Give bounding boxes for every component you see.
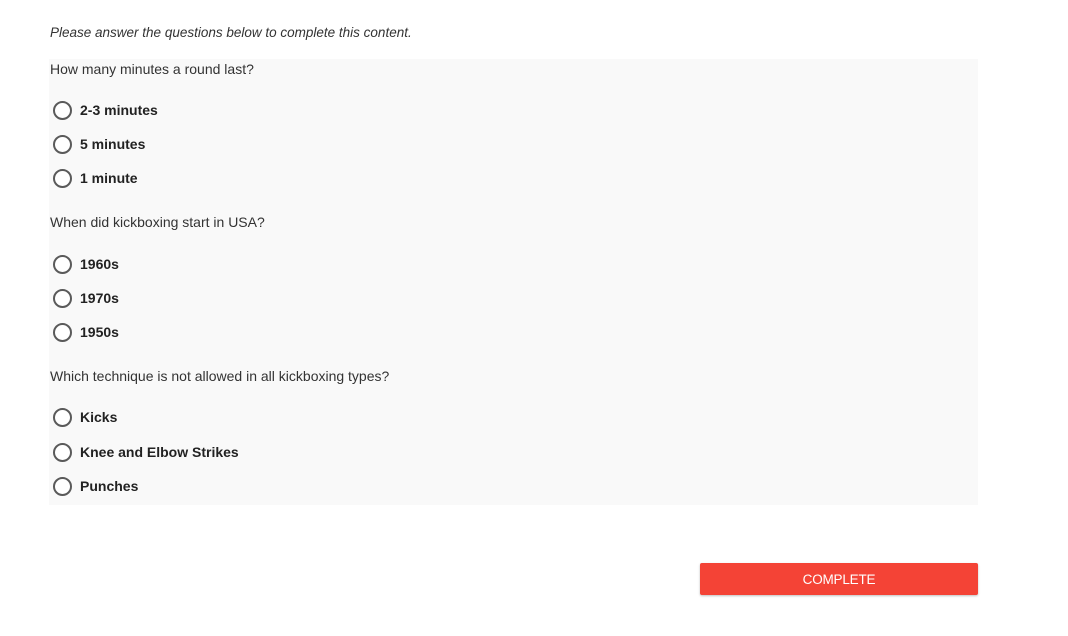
option-label: 2-3 minutes bbox=[80, 102, 158, 118]
radio-button[interactable] bbox=[53, 168, 72, 188]
complete-button[interactable]: COMPLETE bbox=[700, 563, 978, 595]
radio-button[interactable] bbox=[53, 407, 72, 427]
radio-button[interactable] bbox=[53, 322, 72, 342]
quiz-panel: How many minutes a round last? 2-3 minut… bbox=[49, 59, 978, 505]
question-3-text: Which technique is not allowed in all ki… bbox=[50, 368, 390, 384]
radio-button[interactable] bbox=[53, 254, 72, 274]
question-1-text: How many minutes a round last? bbox=[50, 61, 254, 77]
question-3-option-2[interactable]: Knee and Elbow Strikes bbox=[53, 442, 239, 462]
radio-button[interactable] bbox=[53, 476, 72, 496]
option-label: Kicks bbox=[80, 409, 118, 425]
question-3-option-1[interactable]: Kicks bbox=[53, 407, 117, 427]
radio-button[interactable] bbox=[53, 100, 72, 120]
question-2-option-1[interactable]: 1960s bbox=[53, 254, 119, 274]
quiz-page: Please answer the questions below to com… bbox=[0, 0, 1068, 636]
option-label: 1 minute bbox=[80, 170, 138, 186]
option-label: 1960s bbox=[80, 256, 119, 272]
option-label: Knee and Elbow Strikes bbox=[80, 444, 239, 460]
radio-button[interactable] bbox=[53, 442, 72, 462]
question-2-text: When did kickboxing start in USA? bbox=[50, 214, 265, 230]
question-2-option-2[interactable]: 1970s bbox=[53, 288, 119, 308]
instruction-text: Please answer the questions below to com… bbox=[50, 25, 412, 40]
option-label: Punches bbox=[80, 478, 139, 494]
radio-button[interactable] bbox=[53, 134, 72, 154]
option-label: 1950s bbox=[80, 324, 119, 340]
question-1-option-1[interactable]: 2-3 minutes bbox=[53, 100, 158, 120]
option-label: 1970s bbox=[80, 290, 119, 306]
question-3-option-3[interactable]: Punches bbox=[53, 476, 138, 496]
radio-button[interactable] bbox=[53, 288, 72, 308]
question-1-option-3[interactable]: 1 minute bbox=[53, 168, 138, 188]
question-2-option-3[interactable]: 1950s bbox=[53, 322, 119, 342]
question-1-option-2[interactable]: 5 minutes bbox=[53, 134, 145, 154]
option-label: 5 minutes bbox=[80, 136, 146, 152]
